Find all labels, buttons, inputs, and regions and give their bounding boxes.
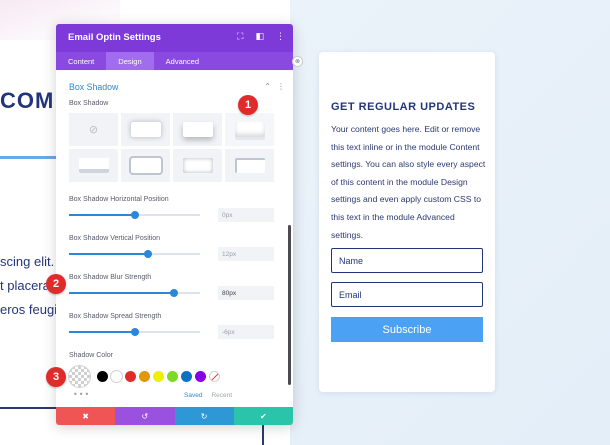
v-position-label: Box Shadow Vertical Position: [69, 235, 161, 242]
email-optin-card: GET REGULAR UPDATES Your content goes he…: [319, 52, 495, 392]
spread-strength-label: Box Shadow Spread Strength: [69, 313, 162, 320]
h-position-value[interactable]: 0px: [218, 208, 274, 222]
saved-tab[interactable]: Saved: [184, 392, 202, 399]
box-shadow-presets: ⊘: [69, 113, 275, 185]
panel-tabs: Content Design Advanced: [56, 52, 293, 70]
slider-handle[interactable]: [130, 328, 139, 336]
shadow-preview: [234, 122, 265, 137]
color-swatch-3[interactable]: [125, 371, 136, 382]
tab-advanced[interactable]: Advanced: [154, 52, 211, 70]
spread-strength-slider[interactable]: [69, 328, 200, 336]
no-shadow-icon: ⊘: [88, 123, 99, 136]
slider-fill: [69, 331, 135, 333]
blur-strength-label: Box Shadow Blur Strength: [69, 274, 152, 281]
h-position-slider[interactable]: [69, 211, 200, 219]
redo-button[interactable]: ↻: [174, 407, 234, 425]
settings-panel: Email Optin Settings ⛶ ◧ ⋮ Content Desig…: [56, 24, 293, 425]
expand-icon[interactable]: ⛶: [237, 32, 243, 42]
shadow-preset-2[interactable]: [173, 113, 222, 146]
background-text-line: t placera: [0, 278, 50, 293]
h-position-label: Box Shadow Horizontal Position: [69, 196, 169, 203]
color-swatches: [69, 366, 220, 387]
panel-content: Box Shadow ⌃ ⋮ Box Shadow ⊘ Box Shadow H…: [56, 70, 293, 407]
color-swatch-5[interactable]: [153, 371, 164, 382]
color-swatch-8[interactable]: [195, 371, 206, 382]
shadow-preset-1[interactable]: [121, 113, 170, 146]
save-button[interactable]: ✔: [233, 407, 293, 425]
check-icon: ✔: [260, 411, 267, 421]
shadow-preset-7[interactable]: [225, 149, 274, 182]
name-input[interactable]: Name: [331, 248, 483, 273]
recent-tab[interactable]: Recent: [211, 392, 232, 399]
shadow-preview: [78, 158, 109, 173]
panel-close-icon[interactable]: ⊗: [292, 56, 303, 67]
shadow-preview: [234, 158, 265, 173]
slider-fill: [69, 292, 174, 294]
close-icon: ✖: [82, 411, 89, 421]
tab-content[interactable]: Content: [56, 52, 106, 70]
step-badge-2: 2: [46, 274, 66, 294]
color-swatch-7[interactable]: [181, 371, 192, 382]
blur-strength-value[interactable]: 80px: [218, 286, 274, 300]
shadow-preview: [182, 158, 213, 173]
v-position-value[interactable]: 12px: [218, 247, 274, 261]
panel-header: Email Optin Settings ⛶ ◧ ⋮: [56, 24, 293, 52]
spread-strength-value[interactable]: -6px: [218, 325, 274, 339]
shadow-preview: [182, 122, 213, 137]
color-swatch-1[interactable]: [97, 371, 108, 382]
cancel-button[interactable]: ✖: [56, 407, 116, 425]
undo-icon: ↺: [141, 411, 149, 421]
slider-handle[interactable]: [169, 289, 178, 297]
no-color-swatch[interactable]: [209, 371, 220, 382]
color-swatch-4[interactable]: [139, 371, 150, 382]
shadow-color-label: Shadow Color: [69, 352, 113, 359]
step-badge-3: 3: [46, 367, 66, 387]
slider-fill: [69, 214, 135, 216]
color-swatch-2[interactable]: [111, 371, 122, 382]
slider-fill: [69, 253, 148, 255]
section-more-icon[interactable]: ⋮: [277, 82, 285, 91]
panel-scrollbar[interactable]: [288, 225, 291, 385]
slider-handle[interactable]: [143, 250, 152, 258]
shadow-preview: [130, 158, 161, 173]
email-input[interactable]: Email: [331, 282, 483, 307]
heading-underline: [0, 156, 58, 159]
columns-icon[interactable]: ◧: [255, 32, 264, 42]
optin-title: GET REGULAR UPDATES: [331, 101, 476, 113]
shadow-preset-4[interactable]: [69, 149, 118, 182]
panel-header-icons: ⛶ ◧ ⋮: [237, 32, 285, 42]
background-text-line: eros feugi: [0, 302, 58, 317]
undo-button[interactable]: ↺: [115, 407, 175, 425]
background-heading: COM: [0, 88, 55, 113]
redo-icon: ↻: [200, 411, 208, 421]
step-badge-1: 1: [238, 95, 258, 115]
panel-title: Email Optin Settings: [68, 32, 161, 43]
palette-tabs: Saved Recent: [184, 392, 232, 399]
chevron-up-icon[interactable]: ⌃: [264, 82, 271, 91]
section-title[interactable]: Box Shadow: [69, 82, 118, 92]
color-swatch-6[interactable]: [167, 371, 178, 382]
slider-handle[interactable]: [130, 211, 139, 219]
color-picker-swatch[interactable]: [69, 366, 90, 387]
v-position-slider[interactable]: [69, 250, 200, 258]
shadow-preset-5[interactable]: [121, 149, 170, 182]
panel-footer: ✖ ↺ ↻ ✔: [56, 407, 293, 425]
blur-strength-slider[interactable]: [69, 289, 200, 297]
more-icon[interactable]: ⋮: [276, 32, 285, 42]
shadow-preset-6[interactable]: [173, 149, 222, 182]
shadow-preset-3[interactable]: [225, 113, 274, 146]
section-controls: ⌃ ⋮: [264, 82, 285, 91]
subscribe-button[interactable]: Subscribe: [331, 317, 483, 342]
box-shadow-label: Box Shadow: [69, 100, 109, 107]
shadow-preview: [130, 122, 161, 137]
optin-body: Your content goes here. Edit or remove t…: [331, 124, 486, 240]
tab-design[interactable]: Design: [106, 52, 154, 70]
more-colors-icon[interactable]: •••: [73, 390, 90, 399]
shadow-preset-none[interactable]: ⊘: [69, 113, 118, 146]
